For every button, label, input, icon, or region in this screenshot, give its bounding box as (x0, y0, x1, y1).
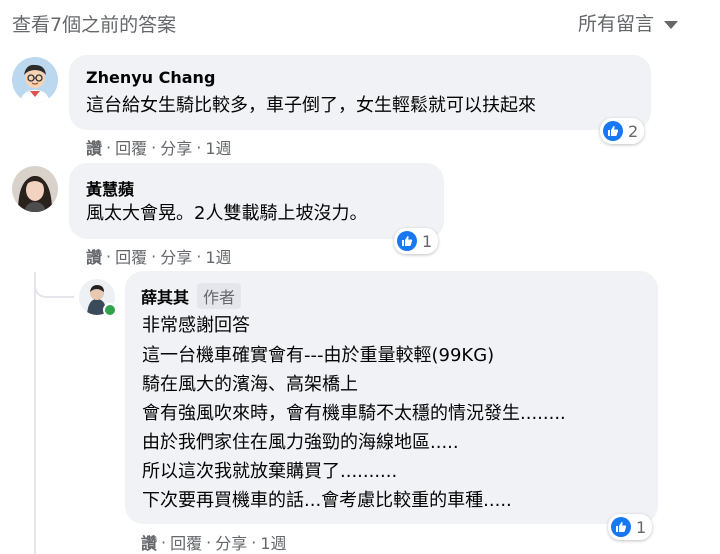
dot-separator: · (106, 246, 112, 266)
thumbs-up-icon (397, 231, 417, 251)
comment-actions: 讚 · 回覆 · 分享 · 1週 (86, 135, 232, 159)
avatar-huang-huiping[interactable] (12, 166, 58, 212)
like-button[interactable]: 讚 (86, 135, 102, 159)
share-button[interactable]: 分享 (160, 244, 192, 268)
comment-text: 風太大會晃。2人雙載騎上坡沒力。 (86, 203, 368, 224)
sort-label: 所有留言 (578, 13, 655, 35)
dot-separator: · (151, 137, 157, 157)
view-previous-answers-link[interactable]: 查看7個之前的答案 (12, 10, 176, 37)
profile-photo-icon (12, 166, 58, 212)
timestamp-link[interactable]: 1週 (260, 530, 286, 554)
reply-text-line: 這一台機車確實會有---由於重量較輕(99KG) (142, 345, 495, 366)
dot-separator: · (206, 532, 212, 552)
reply-button[interactable]: 回覆 (115, 244, 147, 268)
reply-text-line: 騎在風大的濱海、高架橋上 (142, 374, 358, 395)
share-button[interactable]: 分享 (215, 530, 247, 554)
dot-separator: · (196, 246, 202, 266)
reply-text-line: 會有強風吹來時，會有機車騎不太穩的情況發生........ (142, 403, 566, 424)
thumbs-up-icon (611, 517, 631, 537)
commenter-name[interactable]: Zhenyu Chang (86, 68, 215, 87)
dot-separator: · (151, 246, 157, 266)
caret-down-icon (664, 20, 679, 29)
sort-dropdown[interactable]: 所有留言 (578, 9, 679, 36)
reply-thread-connector (34, 274, 74, 298)
reaction-count: 2 (628, 121, 639, 141)
reply-button[interactable]: 回覆 (115, 135, 147, 159)
author-badge: 作者 (197, 283, 242, 309)
reply-text-line: 所以這次我就放棄購買了.......... (142, 461, 398, 482)
reply-button[interactable]: 回覆 (170, 530, 202, 554)
like-button[interactable]: 讚 (141, 530, 157, 554)
reaction-summary[interactable]: 2 (600, 118, 645, 144)
reply-actions: 讚 · 回覆 · 分享 · 1週 (141, 530, 287, 554)
timestamp-link[interactable]: 1週 (205, 244, 231, 268)
thumbs-up-icon (603, 121, 623, 141)
reply-text-line: 下次要再買機車的話...會考慮比較重的車種..... (142, 490, 512, 511)
reaction-summary[interactable]: 1 (608, 514, 653, 540)
like-button[interactable]: 讚 (86, 244, 102, 268)
online-status-dot (103, 303, 117, 317)
reaction-count: 1 (422, 231, 433, 251)
timestamp-link[interactable]: 1週 (205, 135, 231, 159)
reply-header: 薛其其 作者 (141, 283, 242, 309)
reply-text-line: 由於我們家住在風力強勁的海線地區..... (142, 432, 459, 453)
comment-bubble: Zhenyu Chang 這台給女生騎比較多，車子倒了，女生輕鬆就可以扶起來 (69, 55, 651, 130)
reply-bubble: 薛其其 作者 非常感謝回答 這一台機車確實會有---由於重量較輕(99KG) 騎… (125, 271, 658, 524)
dot-separator: · (161, 532, 167, 552)
dot-separator: · (196, 137, 202, 157)
comment-actions: 讚 · 回覆 · 分享 · 1週 (86, 244, 232, 268)
comment-text: 這台給女生騎比較多，車子倒了，女生輕鬆就可以扶起來 (86, 95, 536, 116)
reply-text-line: 非常感謝回答 (142, 315, 250, 336)
reaction-summary[interactable]: 1 (394, 228, 439, 254)
commenter-name[interactable]: 黃慧蘋 (86, 176, 134, 200)
comment-bubble: 黃慧蘋 風太大會晃。2人雙載騎上坡沒力。 (69, 163, 444, 239)
reaction-count: 1 (636, 517, 647, 537)
reply-thread-line (34, 272, 36, 554)
dot-separator: · (106, 137, 112, 157)
reply-author-name[interactable]: 薛其其 (141, 284, 189, 308)
dot-separator: · (251, 532, 257, 552)
share-button[interactable]: 分享 (160, 135, 192, 159)
cartoon-avatar-icon (12, 57, 58, 103)
avatar-zhenyu-chang[interactable] (12, 57, 58, 103)
